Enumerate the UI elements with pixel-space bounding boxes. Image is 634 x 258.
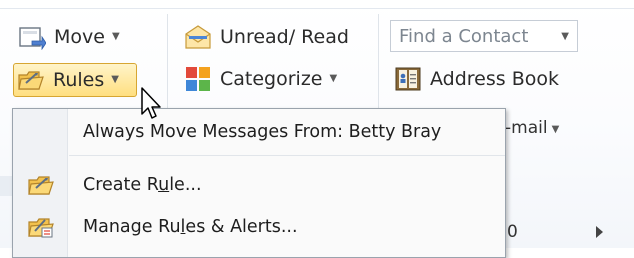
always-move-label: Always Move Messages From: Betty Bray bbox=[83, 122, 442, 142]
address-book-label: Address Book bbox=[430, 68, 559, 90]
caret-down-icon[interactable]: ▼ bbox=[561, 31, 569, 42]
categorize-button[interactable]: Categorize ▼ bbox=[184, 64, 337, 94]
move-folder-icon bbox=[18, 24, 47, 51]
menu-item-manage-rules[interactable]: Manage Rules & Alerts... bbox=[13, 208, 505, 246]
menu-item-create-rule[interactable]: Create Rule... bbox=[13, 166, 505, 204]
ribbon-top-edge bbox=[0, 0, 634, 9]
menu-separator bbox=[69, 155, 505, 156]
rules-dropdown-menu: Always Move Messages From: Betty Bray Cr… bbox=[12, 108, 506, 258]
caret-down-icon: ▼ bbox=[329, 72, 338, 84]
address-book-icon bbox=[394, 66, 422, 92]
manage-rules-icon bbox=[27, 214, 55, 240]
caret-down-icon: ▼ bbox=[111, 30, 120, 42]
partial-zero-text: 0 bbox=[507, 222, 518, 242]
email-partial-label: -mail bbox=[505, 118, 548, 138]
unread-read-label: Unread/ Read bbox=[220, 26, 349, 48]
manage-rules-label: Manage Rules & Alerts... bbox=[83, 217, 298, 237]
move-button[interactable]: Move ▼ bbox=[18, 22, 120, 52]
mouse-cursor-icon bbox=[140, 86, 166, 124]
filter-email-button-partial[interactable]: -mail ▼ bbox=[505, 118, 559, 138]
categorize-label: Categorize bbox=[220, 68, 323, 90]
color-grid-icon bbox=[184, 66, 212, 92]
move-label: Move bbox=[54, 26, 105, 48]
rules-folder-icon bbox=[17, 67, 45, 93]
find-contact-placeholder: Find a Contact bbox=[399, 25, 529, 47]
create-rule-label: Create Rule... bbox=[83, 175, 202, 195]
create-rule-icon bbox=[27, 172, 55, 198]
envelope-icon bbox=[184, 24, 212, 50]
caret-down-icon: ▼ bbox=[551, 124, 560, 135]
rules-label: Rules bbox=[53, 69, 105, 91]
caret-down-icon: ▼ bbox=[111, 73, 119, 85]
address-book-button[interactable]: Address Book bbox=[394, 64, 559, 94]
unread-read-button[interactable]: Unread/ Read bbox=[184, 22, 349, 52]
find-contact-box[interactable]: Find a Contact ▼ bbox=[390, 20, 578, 52]
rules-button[interactable]: Rules ▼ bbox=[13, 63, 137, 97]
menu-item-always-move[interactable]: Always Move Messages From: Betty Bray bbox=[13, 113, 505, 151]
expand-arrow-icon[interactable] bbox=[596, 226, 603, 238]
